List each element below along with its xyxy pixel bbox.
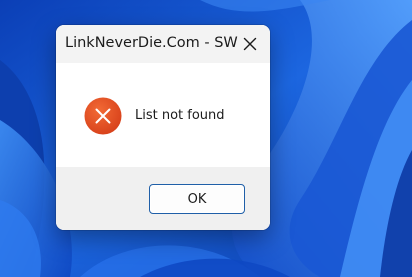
error-icon: [84, 97, 122, 135]
dialog-titlebar[interactable]: LinkNeverDie.Com - SW: [56, 25, 270, 63]
message-dialog: LinkNeverDie.Com - SW List not found OK: [56, 25, 270, 230]
dialog-content: List not found: [56, 63, 270, 167]
close-icon: [243, 37, 257, 51]
ok-button[interactable]: OK: [149, 184, 245, 214]
dialog-message: List not found: [135, 108, 225, 123]
close-button[interactable]: [230, 25, 270, 63]
dialog-footer: OK: [56, 167, 270, 230]
dialog-title: LinkNeverDie.Com - SW: [65, 35, 238, 51]
